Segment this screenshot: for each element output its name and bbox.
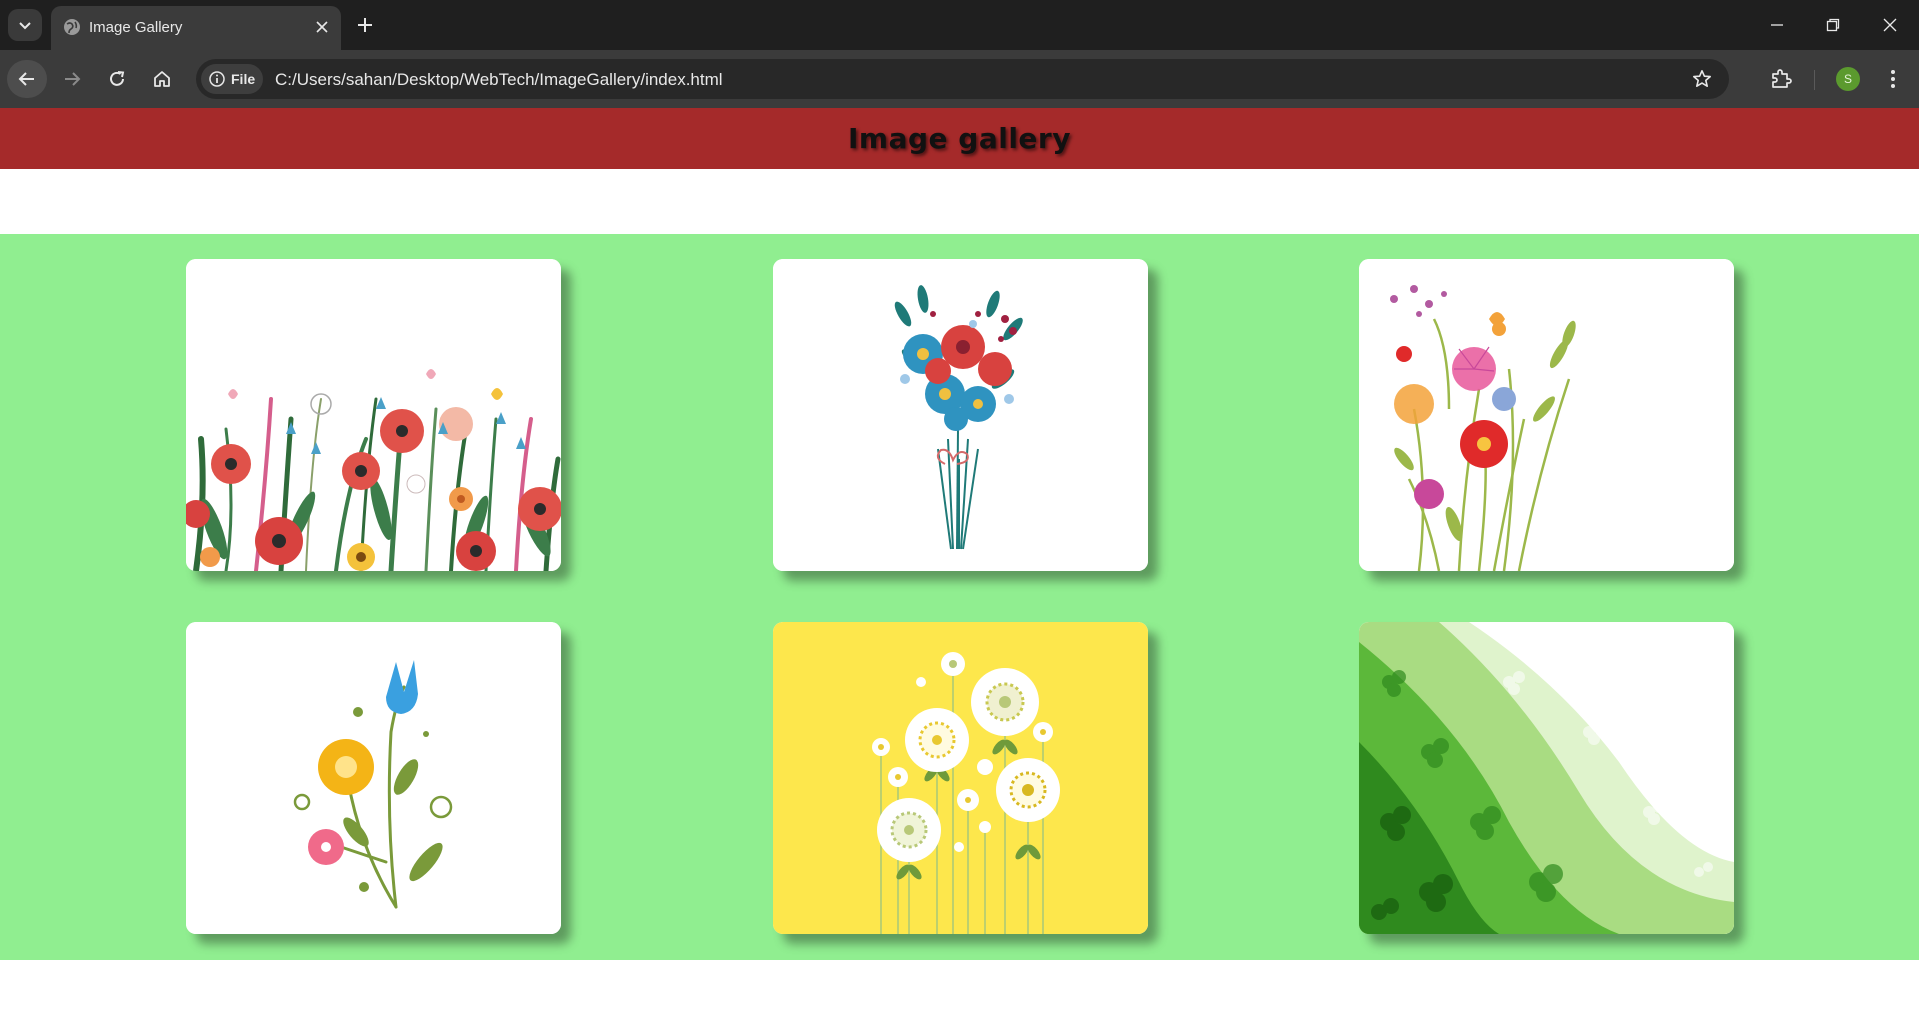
- browser-toolbar: File C:/Users/sahan/Desktop/WebTech/Imag…: [0, 50, 1919, 108]
- back-button[interactable]: [7, 60, 47, 98]
- close-window-button[interactable]: [1873, 8, 1907, 42]
- reload-icon: [110, 71, 125, 86]
- arrow-left-icon: [18, 72, 34, 86]
- minimize-icon: [1771, 24, 1783, 26]
- globe-icon: [64, 19, 80, 35]
- flower-sprig-image: [186, 622, 561, 934]
- gallery-image-4[interactable]: [186, 622, 561, 934]
- avatar: S: [1836, 67, 1860, 91]
- gallery-image-6[interactable]: [1359, 622, 1734, 934]
- restore-button[interactable]: [1816, 8, 1850, 42]
- clover-wave-image: [1359, 622, 1734, 934]
- bookmark-button[interactable]: [1689, 66, 1715, 92]
- minimize-button[interactable]: [1760, 8, 1794, 42]
- wildflower-meadow-image: [186, 259, 561, 571]
- home-icon: [154, 71, 170, 87]
- site-info-chip[interactable]: File: [201, 64, 263, 94]
- restore-icon: [1826, 18, 1840, 32]
- flower-bouquet-image: [773, 259, 1148, 571]
- gallery-image-3[interactable]: [1359, 259, 1734, 571]
- tab-image-gallery[interactable]: Image Gallery: [51, 6, 341, 50]
- page-header: Image gallery: [0, 108, 1919, 169]
- page-viewport: Image gallery: [0, 108, 1919, 1030]
- close-icon: [1883, 18, 1897, 32]
- page-title: Image gallery: [848, 122, 1071, 155]
- tab-title: Image Gallery: [89, 19, 183, 36]
- arrow-right-icon: [65, 72, 81, 86]
- puzzle-icon: [1772, 69, 1792, 88]
- plus-icon: [358, 18, 372, 32]
- menu-button[interactable]: [1874, 60, 1912, 98]
- tab-close-button[interactable]: [311, 16, 333, 38]
- new-tab-button[interactable]: [352, 12, 378, 38]
- close-icon: [316, 21, 328, 33]
- daisies-on-yellow-image: [773, 622, 1148, 934]
- more-vertical-icon: [1891, 70, 1895, 88]
- toolbar-divider: [1814, 70, 1815, 90]
- profile-button[interactable]: S: [1829, 60, 1867, 98]
- address-bar[interactable]: File C:/Users/sahan/Desktop/WebTech/Imag…: [196, 59, 1729, 99]
- image-gallery: [0, 234, 1919, 960]
- forward-button[interactable]: [52, 60, 92, 98]
- reload-button[interactable]: [97, 60, 137, 98]
- red-wildflowers-image: [1359, 259, 1734, 571]
- gallery-image-1[interactable]: [186, 259, 561, 571]
- site-chip-label: File: [231, 71, 256, 87]
- browser-tab-strip: Image Gallery: [0, 0, 1919, 50]
- star-icon: [1693, 70, 1711, 87]
- info-icon: [209, 71, 225, 87]
- gallery-image-5[interactable]: [773, 622, 1148, 934]
- tab-search-button[interactable]: [8, 9, 42, 41]
- gallery-image-2[interactable]: [773, 259, 1148, 571]
- chevron-down-icon: [19, 22, 31, 30]
- extensions-button[interactable]: [1762, 60, 1800, 98]
- url-text[interactable]: C:/Users/sahan/Desktop/WebTech/ImageGall…: [275, 70, 723, 90]
- home-button[interactable]: [142, 60, 182, 98]
